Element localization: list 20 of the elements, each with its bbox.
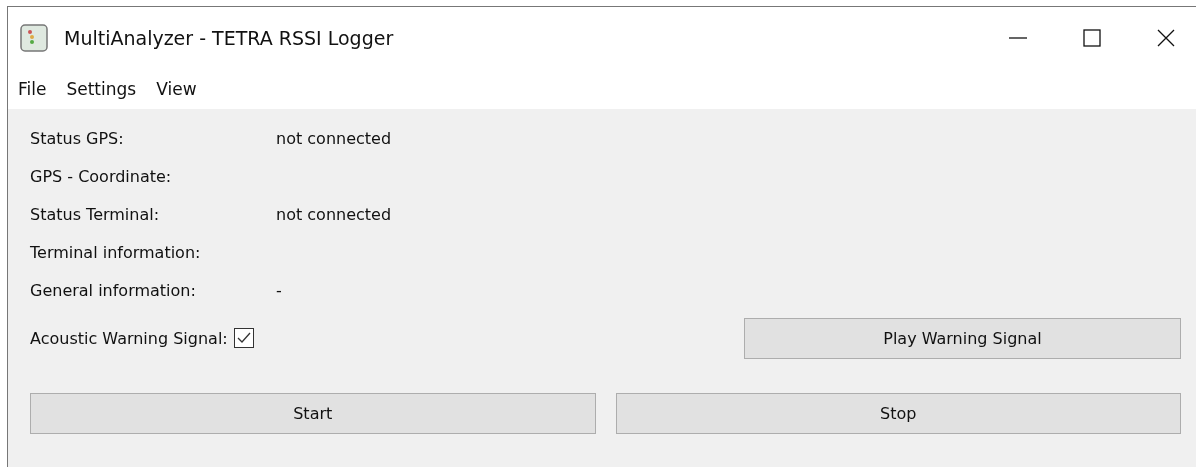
field-value: not connected: [276, 128, 392, 148]
menu-item[interactable]: Settings: [66, 79, 137, 99]
menu-item[interactable]: View: [156, 79, 197, 99]
field-label: Terminal information:: [30, 242, 202, 262]
field-value: -: [276, 280, 282, 300]
field-label: General information:: [30, 280, 197, 300]
field-label: Status Terminal:: [30, 204, 161, 224]
action-button[interactable]: Start: [30, 393, 596, 434]
field-label: GPS - Coordinate:: [30, 166, 173, 186]
maximize-icon[interactable]: [1082, 28, 1102, 48]
action-button[interactable]: Stop: [615, 393, 1181, 434]
checkbox-label: Acoustic Warning Signal:: [30, 328, 228, 348]
window-title: MultiAnalyzer - TETRA RSSI Logger: [64, 27, 394, 49]
close-icon[interactable]: [1156, 28, 1176, 48]
app-icon: [20, 24, 48, 52]
checkbox[interactable]: [233, 328, 254, 348]
play-warning-button[interactable]: Play Warning Signal: [744, 317, 1181, 359]
field-label: Status GPS:: [30, 128, 125, 148]
menu-item[interactable]: File: [18, 79, 47, 99]
field-value: not connected: [276, 204, 392, 224]
